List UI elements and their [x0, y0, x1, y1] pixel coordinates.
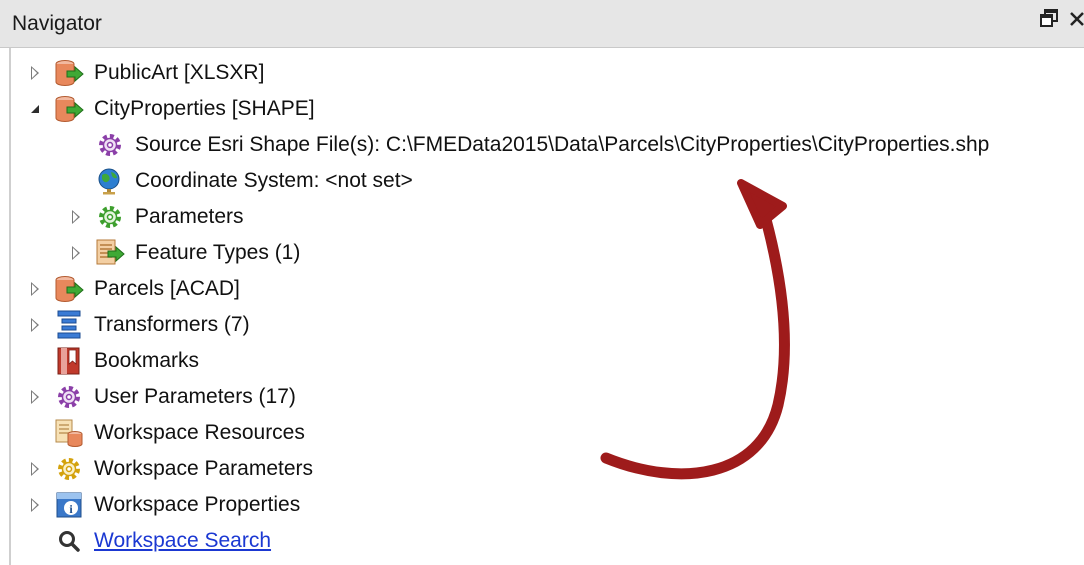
bookmark-icon — [54, 346, 84, 376]
collapse-arrow-icon[interactable] — [24, 91, 46, 127]
tree-item-parameters[interactable]: Parameters — [65, 199, 244, 235]
tree-item-source-file[interactable]: Source Esri Shape File(s): C:\FMEData201… — [95, 127, 989, 163]
expand-arrow-icon[interactable] — [65, 235, 87, 271]
tree-item-feature-types[interactable]: Feature Types (1) — [65, 235, 300, 271]
expand-arrow-icon[interactable] — [24, 451, 46, 487]
tree-item-coordinate-system[interactable]: Coordinate System: <not set> — [95, 163, 413, 199]
tree-item-label: Bookmarks — [94, 349, 200, 372]
workspace-resources-icon — [54, 418, 84, 448]
tree-item-workspace-parameters[interactable]: Workspace Parameters — [24, 451, 313, 487]
close-icon[interactable] — [1066, 8, 1084, 32]
transformers-icon — [54, 310, 84, 340]
reader-database-icon — [54, 58, 84, 88]
tree-item-cityproperties[interactable]: CityProperties [SHAPE] — [24, 91, 315, 127]
panel-title: Navigator — [12, 12, 102, 35]
float-window-icon[interactable] — [1038, 8, 1060, 32]
panel-left-border — [9, 48, 11, 565]
workspace-search-link[interactable]: Workspace Search — [94, 529, 271, 553]
tree-item-label: Parameters — [135, 205, 244, 228]
tree-item-workspace-search[interactable]: Workspace Search — [54, 523, 271, 559]
expand-arrow-icon[interactable] — [24, 55, 46, 91]
tree-item-user-parameters[interactable]: User Parameters (17) — [24, 379, 296, 415]
magnifier-icon — [54, 526, 84, 556]
tree-item-label: Source Esri Shape File(s): C:\FMEData201… — [135, 133, 990, 156]
globe-icon — [95, 166, 125, 196]
purple-gear-icon — [95, 130, 125, 160]
tree-item-label: Parcels [ACAD] — [94, 277, 240, 300]
info-icon: i — [54, 490, 84, 520]
tree-item-bookmarks[interactable]: Bookmarks — [54, 343, 199, 379]
expand-arrow-icon[interactable] — [24, 379, 46, 415]
tree-item-parcels[interactable]: Parcels [ACAD] — [24, 271, 240, 307]
reader-database-icon — [54, 94, 84, 124]
purple-gear-icon — [54, 382, 84, 412]
tree-item-workspace-properties[interactable]: i Workspace Properties — [24, 487, 300, 523]
reader-database-icon — [54, 274, 84, 304]
green-gear-icon — [95, 202, 125, 232]
tree-item-workspace-resources[interactable]: Workspace Resources — [54, 415, 305, 451]
expand-arrow-icon[interactable] — [65, 199, 87, 235]
tree-item-label: PublicArt [XLSXR] — [94, 61, 265, 84]
yellow-gear-icon — [54, 454, 84, 484]
tree-item-label: Workspace Properties — [94, 493, 301, 516]
tree-item-publicart[interactable]: PublicArt [XLSXR] — [24, 55, 264, 91]
navigator-header: Navigator — [0, 0, 1084, 48]
tree-item-label: Transformers (7) — [94, 313, 250, 336]
feature-types-icon — [95, 238, 125, 268]
tree-item-label: Workspace Resources — [94, 421, 305, 444]
expand-arrow-icon[interactable] — [24, 487, 46, 523]
tree-item-label: CityProperties [SHAPE] — [94, 97, 315, 120]
tree-item-label: Coordinate System: <not set> — [135, 169, 413, 192]
tree-item-label: User Parameters (17) — [94, 385, 296, 408]
tree-item-label: Workspace Parameters — [94, 457, 314, 480]
tree-item-label: Feature Types (1) — [135, 241, 301, 264]
tree-item-transformers[interactable]: Transformers (7) — [24, 307, 250, 343]
expand-arrow-icon[interactable] — [24, 271, 46, 307]
expand-arrow-icon[interactable] — [24, 307, 46, 343]
